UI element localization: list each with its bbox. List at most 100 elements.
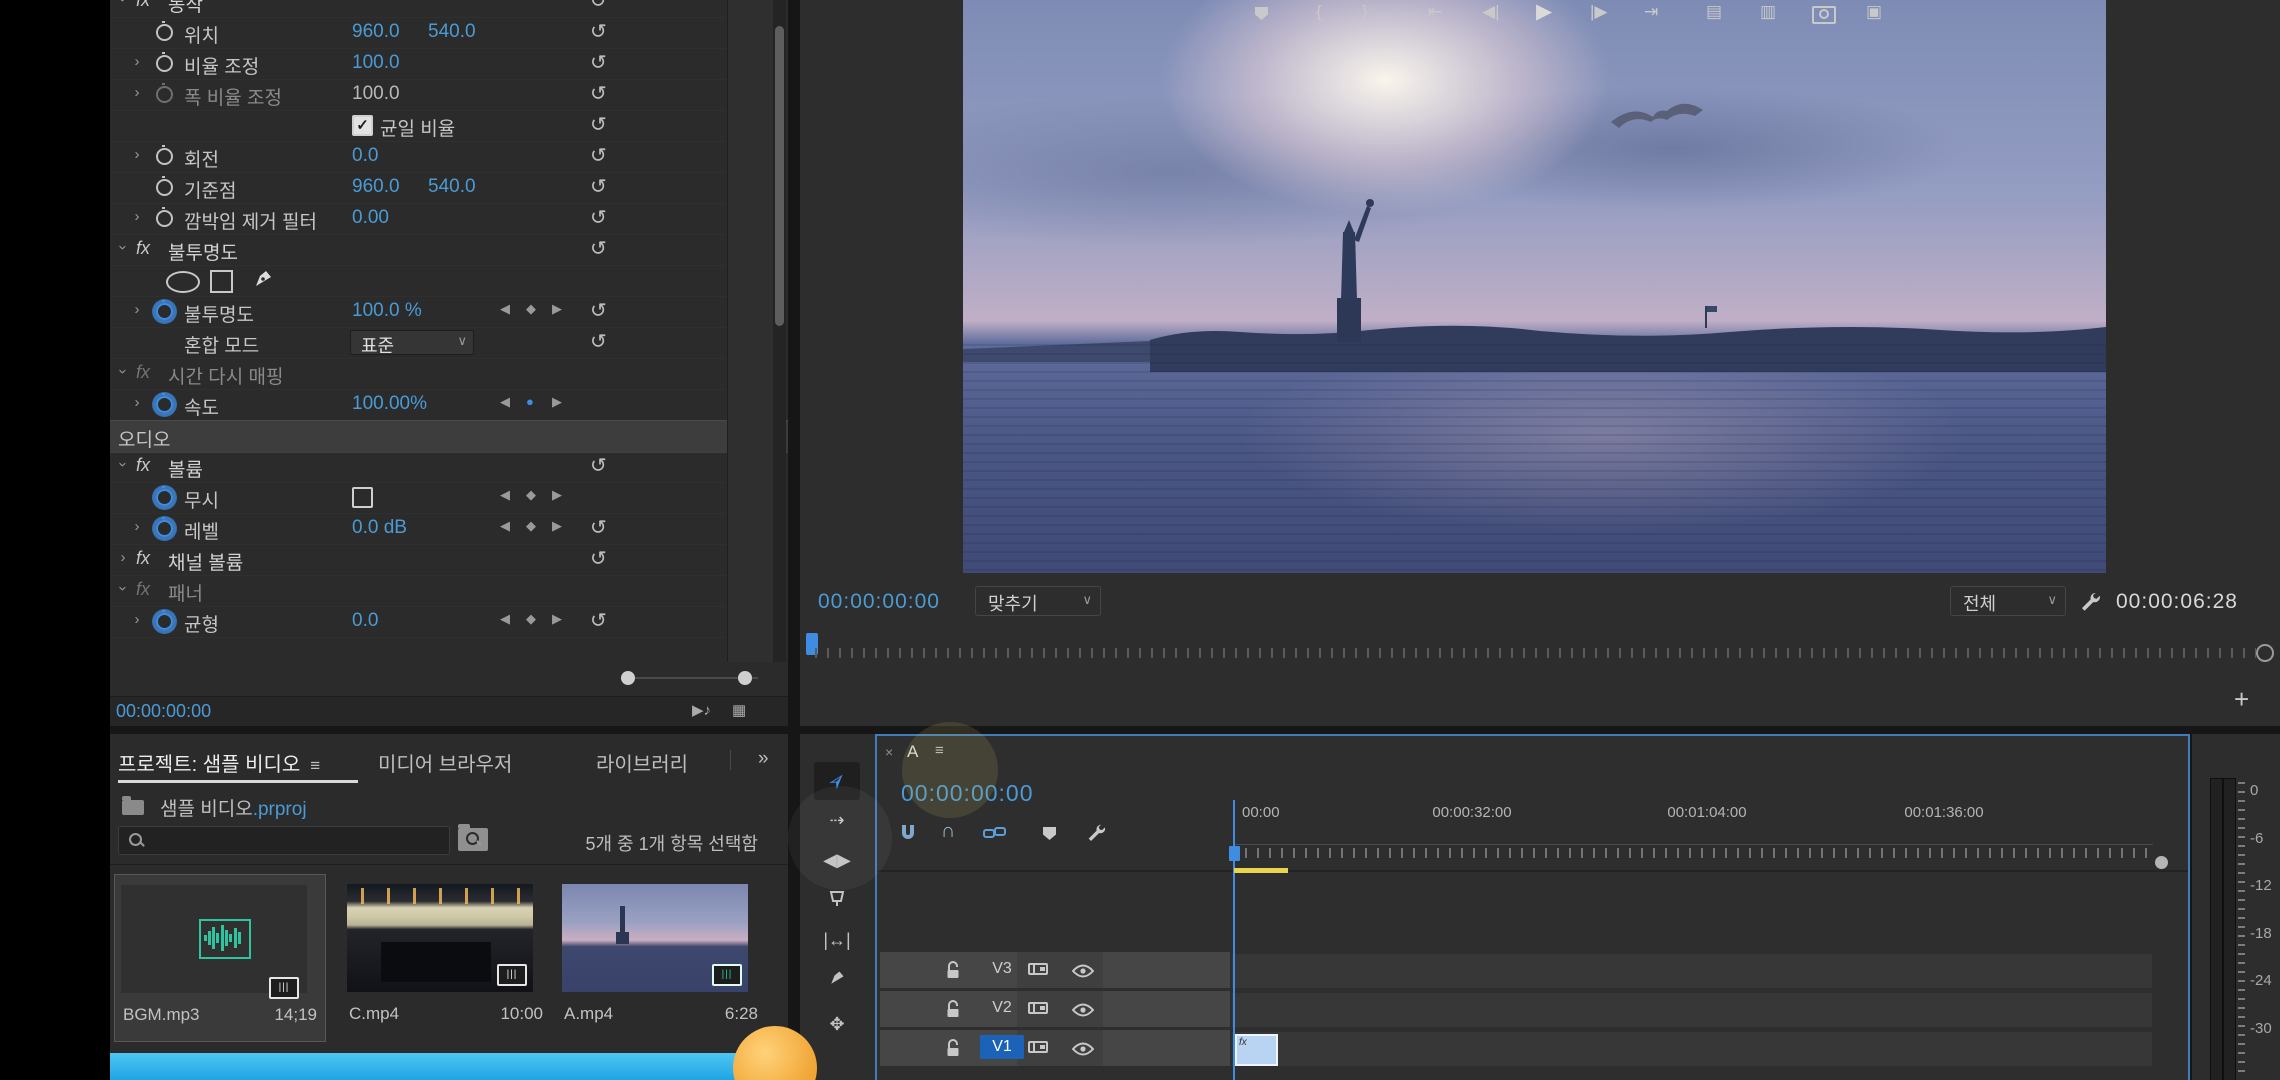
- effect-row-anchor-point[interactable]: 기준점960.0540.0↺: [110, 172, 788, 204]
- stopwatch-icon[interactable]: [156, 148, 173, 165]
- toggle-track-output-eye-icon[interactable]: [1072, 1040, 1094, 1062]
- button-editor-plus-icon[interactable]: +: [2234, 684, 2249, 715]
- effect-row-mask-shapes[interactable]: [110, 265, 788, 297]
- lock-icon[interactable]: [946, 1000, 960, 1024]
- media-item-BGM.mp3[interactable]: |||BGM.mp314;19: [114, 874, 326, 1042]
- media-item-C.mp4[interactable]: |||C.mp410:00: [341, 874, 551, 1040]
- play-button[interactable]: ▶: [1536, 0, 1552, 24]
- parameter-value[interactable]: 100.0 %: [352, 300, 422, 322]
- monitor-scroll-ruler[interactable]: [815, 648, 2256, 658]
- effect-scrollbar-thumb[interactable]: [775, 26, 784, 326]
- stopwatch-icon[interactable]: [156, 303, 173, 320]
- blend-mode-dropdown[interactable]: 표준∨: [350, 330, 474, 355]
- effect-row-level[interactable]: ›레벨0.0 dB◀◆▶↺: [110, 513, 788, 545]
- step-back-button[interactable]: ◀|: [1482, 2, 1500, 22]
- effect-row-speed[interactable]: ›속도100.00%◀●▶: [110, 389, 788, 421]
- reset-parameter-icon[interactable]: ↺: [590, 205, 607, 230]
- mask-ellipse-icon[interactable]: [166, 271, 200, 293]
- prev-keyframe-icon[interactable]: ◀: [500, 301, 510, 317]
- media-thumbnail[interactable]: |||: [562, 884, 748, 992]
- stopwatch-icon[interactable]: [156, 210, 173, 227]
- parameter-value[interactable]: 960.0: [352, 21, 400, 43]
- export-frame-button[interactable]: [1812, 6, 1836, 24]
- reset-parameter-icon[interactable]: ↺: [590, 546, 607, 571]
- track-lane-V2[interactable]: [1232, 993, 2152, 1027]
- parameter-value[interactable]: 540.0: [428, 21, 476, 43]
- next-keyframe-icon[interactable]: ▶: [552, 487, 562, 503]
- play-audio-icon[interactable]: ▶♪: [692, 701, 711, 719]
- parameter-value[interactable]: 0.0: [352, 145, 378, 167]
- mark-out-button[interactable]: }: [1362, 2, 1368, 22]
- reset-parameter-icon[interactable]: ↺: [590, 515, 607, 540]
- stopwatch-icon[interactable]: [156, 396, 173, 413]
- expander-icon[interactable]: ›: [130, 53, 144, 70]
- track-lane-V3[interactable]: [1232, 954, 2152, 988]
- expander-icon[interactable]: ›: [130, 208, 144, 225]
- media-item-A.mp4[interactable]: |||A.mp46:28: [556, 874, 766, 1040]
- parameter-value[interactable]: 0.0 dB: [352, 517, 407, 539]
- search-input[interactable]: [118, 826, 450, 855]
- settings-wrench-icon[interactable]: [2078, 590, 2102, 620]
- add-marker-icon[interactable]: [1043, 827, 1056, 840]
- effect-row-panner[interactable]: ›fx패너: [110, 575, 788, 607]
- checkbox[interactable]: ✓: [352, 115, 373, 136]
- expander-icon[interactable]: ›: [130, 394, 144, 411]
- effect-row-rotation[interactable]: ›회전0.0↺: [110, 141, 788, 173]
- timeline-scroll-handle[interactable]: [2155, 856, 2168, 869]
- stopwatch-icon[interactable]: [156, 55, 173, 72]
- tab-libraries[interactable]: 라이브러리: [596, 748, 688, 777]
- zoom-level-dropdown[interactable]: 전체∨: [1950, 586, 2066, 616]
- parameter-value[interactable]: 100.0: [352, 52, 400, 74]
- effect-row-opacity[interactable]: ›불투명도100.0 %◀◆▶↺: [110, 296, 788, 328]
- panel-menu-icon[interactable]: ≡: [310, 756, 320, 775]
- add-keyframe-icon[interactable]: ◆: [526, 611, 536, 627]
- checkbox[interactable]: [352, 487, 373, 508]
- reset-parameter-icon[interactable]: ↺: [590, 0, 607, 13]
- mask-rectangle-icon[interactable]: [210, 270, 233, 293]
- tab-overflow-chevron[interactable]: »: [758, 748, 769, 770]
- breadcrumb[interactable]: 샘플 비디오.prproj: [160, 794, 307, 821]
- reset-parameter-icon[interactable]: ↺: [590, 453, 607, 478]
- close-icon[interactable]: ×: [885, 744, 893, 760]
- lock-icon[interactable]: [946, 1039, 960, 1063]
- effect-row-scale-width[interactable]: ›폭 비율 조정100.0↺: [110, 79, 788, 111]
- media-thumbnail[interactable]: |||: [347, 884, 533, 992]
- track-header-V3[interactable]: V3: [880, 952, 1230, 988]
- track-header-V2[interactable]: V2: [880, 991, 1230, 1027]
- track-label[interactable]: V3: [980, 960, 1024, 978]
- go-to-out-button[interactable]: ⇥: [1644, 2, 1658, 22]
- toggle-track-output-eye-icon[interactable]: [1072, 1001, 1094, 1023]
- expander-icon[interactable]: ›: [115, 582, 132, 596]
- stopwatch-icon[interactable]: [156, 613, 173, 630]
- lift-button[interactable]: ▤: [1706, 2, 1722, 22]
- expander-icon[interactable]: ›: [115, 458, 132, 472]
- stopwatch-icon[interactable]: [156, 24, 173, 41]
- toggle-track-output-eye-icon[interactable]: [1072, 962, 1094, 984]
- next-keyframe-icon[interactable]: ▶: [552, 611, 562, 627]
- comparison-view-button[interactable]: ▣: [1866, 2, 1882, 22]
- parameter-value[interactable]: 100.0: [352, 83, 400, 105]
- stopwatch-icon[interactable]: [156, 520, 173, 537]
- reset-parameter-icon[interactable]: ↺: [590, 19, 607, 44]
- mark-in-button[interactable]: {: [1316, 2, 1322, 22]
- effect-row-position[interactable]: 위치960.0540.0↺: [110, 17, 788, 49]
- prev-keyframe-icon[interactable]: ◀: [500, 394, 510, 410]
- folder-up-icon[interactable]: [122, 800, 144, 815]
- sync-lock-icon[interactable]: [1028, 1000, 1048, 1022]
- expander-icon[interactable]: ›: [130, 301, 144, 318]
- reset-parameter-icon[interactable]: ↺: [590, 143, 607, 168]
- reset-parameter-icon[interactable]: ↺: [590, 50, 607, 75]
- reset-parameter-icon[interactable]: ↺: [590, 329, 607, 354]
- go-to-in-button[interactable]: ⇤: [1428, 2, 1442, 22]
- effect-row-opacity-group[interactable]: ›fx불투명도↺: [110, 234, 788, 266]
- effect-row-bypass[interactable]: 무시◀◆▶: [110, 482, 788, 514]
- next-keyframe-icon[interactable]: ▶: [552, 394, 562, 410]
- parameter-value[interactable]: 0.0: [352, 610, 378, 632]
- stopwatch-icon[interactable]: [156, 86, 173, 103]
- effect-row-balance[interactable]: ›균형0.0◀◆▶↺: [110, 606, 788, 638]
- track-lane-V1[interactable]: [1232, 1032, 2152, 1066]
- pen-tool[interactable]: [814, 962, 860, 1000]
- sync-lock-icon[interactable]: [1028, 1039, 1048, 1061]
- extract-button[interactable]: ▥: [1760, 2, 1776, 22]
- hand-tool[interactable]: ✥: [814, 1006, 860, 1044]
